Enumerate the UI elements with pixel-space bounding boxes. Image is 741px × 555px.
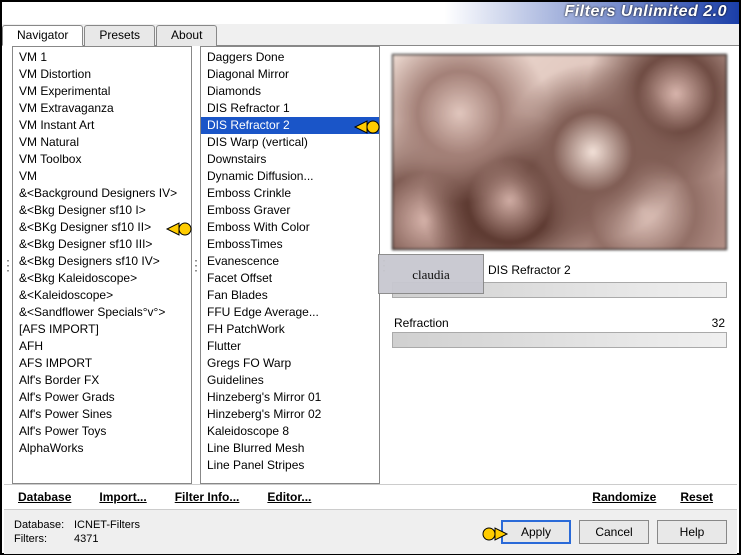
category-item[interactable]: VM Toolbox bbox=[13, 151, 191, 168]
cancel-button[interactable]: Cancel bbox=[579, 520, 649, 544]
category-item[interactable]: VM bbox=[13, 168, 191, 185]
category-list[interactable]: VM 1VM DistortionVM ExperimentalVM Extra… bbox=[12, 46, 192, 484]
preview-pane: DIS Refractor 2 Refraction 32 bbox=[388, 46, 737, 484]
filter-item[interactable]: Emboss Crinkle bbox=[201, 185, 379, 202]
link-import[interactable]: Import... bbox=[99, 490, 146, 504]
link-filter-info[interactable]: Filter Info... bbox=[175, 490, 240, 504]
filter-item[interactable]: Diagonal Mirror bbox=[201, 66, 379, 83]
filter-name-row: DIS Refractor 2 bbox=[392, 260, 727, 280]
category-item[interactable]: &<Bkg Kaleidoscope> bbox=[13, 270, 191, 287]
filter-item[interactable]: Line Blurred Mesh bbox=[201, 440, 379, 457]
filter-item[interactable]: Emboss Graver bbox=[201, 202, 379, 219]
tab-presets[interactable]: Presets bbox=[84, 25, 155, 46]
drag-handle-mid[interactable] bbox=[192, 46, 200, 484]
footer: Database:ICNET-Filters Filters:4371 Appl… bbox=[4, 510, 737, 554]
filters-count: 4371 bbox=[74, 533, 98, 545]
db-label: Database: bbox=[14, 518, 74, 532]
drag-handle-right[interactable] bbox=[380, 46, 388, 484]
filter-item[interactable]: Emboss With Color bbox=[201, 219, 379, 236]
body: VM 1VM DistortionVM ExperimentalVM Extra… bbox=[4, 46, 737, 551]
category-item[interactable]: [AFS IMPORT] bbox=[13, 321, 191, 338]
columns: VM 1VM DistortionVM ExperimentalVM Extra… bbox=[4, 46, 737, 484]
db-value: ICNET-Filters bbox=[74, 519, 140, 531]
category-item[interactable]: VM 1 bbox=[13, 49, 191, 66]
category-item[interactable]: VM Natural bbox=[13, 134, 191, 151]
category-item[interactable]: &<Sandflower Specials°v°> bbox=[13, 304, 191, 321]
filter-item[interactable]: Diamonds bbox=[201, 83, 379, 100]
drag-handle-left[interactable] bbox=[4, 46, 12, 484]
link-reset[interactable]: Reset bbox=[680, 490, 713, 504]
filter-item[interactable]: Line Panel Stripes bbox=[201, 457, 379, 474]
tab-about[interactable]: About bbox=[156, 25, 217, 46]
filter-item[interactable]: Dynamic Diffusion... bbox=[201, 168, 379, 185]
apply-button[interactable]: Apply bbox=[501, 520, 571, 544]
filter-item[interactable]: Hinzeberg's Mirror 01 bbox=[201, 389, 379, 406]
category-item[interactable]: VM Experimental bbox=[13, 83, 191, 100]
category-item[interactable]: Alf's Power Grads bbox=[13, 389, 191, 406]
filter-item[interactable]: EmbossTimes bbox=[201, 236, 379, 253]
filter-list[interactable]: Daggers DoneDiagonal MirrorDiamondsDIS R… bbox=[200, 46, 380, 484]
filter-item[interactable]: Flutter bbox=[201, 338, 379, 355]
filter-name-slider[interactable] bbox=[392, 282, 727, 298]
filter-item[interactable]: FH PatchWork bbox=[201, 321, 379, 338]
filter-item[interactable]: Hinzeberg's Mirror 02 bbox=[201, 406, 379, 423]
category-item[interactable]: &<Bkg Designer sf10 I> bbox=[13, 202, 191, 219]
category-item[interactable]: AlphaWorks bbox=[13, 440, 191, 457]
category-item[interactable]: &<Kaleidoscope> bbox=[13, 287, 191, 304]
help-button[interactable]: Help bbox=[657, 520, 727, 544]
filter-item[interactable]: Guidelines bbox=[201, 372, 379, 389]
footer-buttons: Apply Cancel Help bbox=[501, 520, 727, 544]
tab-strip: Navigator Presets About bbox=[2, 24, 739, 46]
link-database[interactable]: Database bbox=[18, 490, 71, 504]
bottom-links: Database Import... Filter Info... Editor… bbox=[4, 484, 737, 510]
filter-item[interactable]: DIS Refractor 1 bbox=[201, 100, 379, 117]
category-item[interactable]: VM Instant Art bbox=[13, 117, 191, 134]
category-item[interactable]: &<Background Designers IV> bbox=[13, 185, 191, 202]
preview-image bbox=[392, 54, 727, 250]
category-item[interactable]: Alf's Power Sines bbox=[13, 406, 191, 423]
filter-item[interactable]: Facet Offset bbox=[201, 270, 379, 287]
filter-item[interactable]: Gregs FO Warp bbox=[201, 355, 379, 372]
category-item[interactable]: Alf's Border FX bbox=[13, 372, 191, 389]
app-window: Filters Unlimited 2.0 Navigator Presets … bbox=[0, 0, 741, 555]
filter-item[interactable]: Fan Blades bbox=[201, 287, 379, 304]
category-item[interactable]: &<Bkg Designers sf10 IV> bbox=[13, 253, 191, 270]
app-title: Filters Unlimited 2.0 bbox=[564, 3, 727, 21]
category-item[interactable]: VM Extravaganza bbox=[13, 100, 191, 117]
filters-label: Filters: bbox=[14, 532, 74, 546]
filter-item[interactable]: DIS Warp (vertical) bbox=[201, 134, 379, 151]
current-filter-name: DIS Refractor 2 bbox=[488, 263, 571, 277]
status-info: Database:ICNET-Filters Filters:4371 bbox=[14, 518, 140, 546]
tab-navigator[interactable]: Navigator bbox=[2, 25, 83, 46]
filter-item[interactable]: Evanescence bbox=[201, 253, 379, 270]
category-item[interactable]: AFH bbox=[13, 338, 191, 355]
filter-item[interactable]: Downstairs bbox=[201, 151, 379, 168]
param-slider[interactable] bbox=[392, 332, 727, 348]
title-bar: Filters Unlimited 2.0 bbox=[2, 2, 739, 24]
category-item[interactable]: VM Distortion bbox=[13, 66, 191, 83]
link-randomize[interactable]: Randomize bbox=[592, 490, 656, 504]
param-value: 32 bbox=[712, 316, 725, 330]
category-item[interactable]: Alf's Power Toys bbox=[13, 423, 191, 440]
filter-item[interactable]: DIS Refractor 2 bbox=[201, 117, 379, 134]
category-item[interactable]: AFS IMPORT bbox=[13, 355, 191, 372]
category-item[interactable]: &<BKg Designer sf10 II> bbox=[13, 219, 191, 236]
category-item[interactable]: &<Bkg Designer sf10 III> bbox=[13, 236, 191, 253]
filter-item[interactable]: FFU Edge Average... bbox=[201, 304, 379, 321]
link-editor[interactable]: Editor... bbox=[267, 490, 311, 504]
filter-item[interactable]: Kaleidoscope 8 bbox=[201, 423, 379, 440]
param-row: Refraction 32 bbox=[392, 316, 727, 330]
param-name: Refraction bbox=[394, 316, 449, 330]
filter-item[interactable]: Daggers Done bbox=[201, 49, 379, 66]
